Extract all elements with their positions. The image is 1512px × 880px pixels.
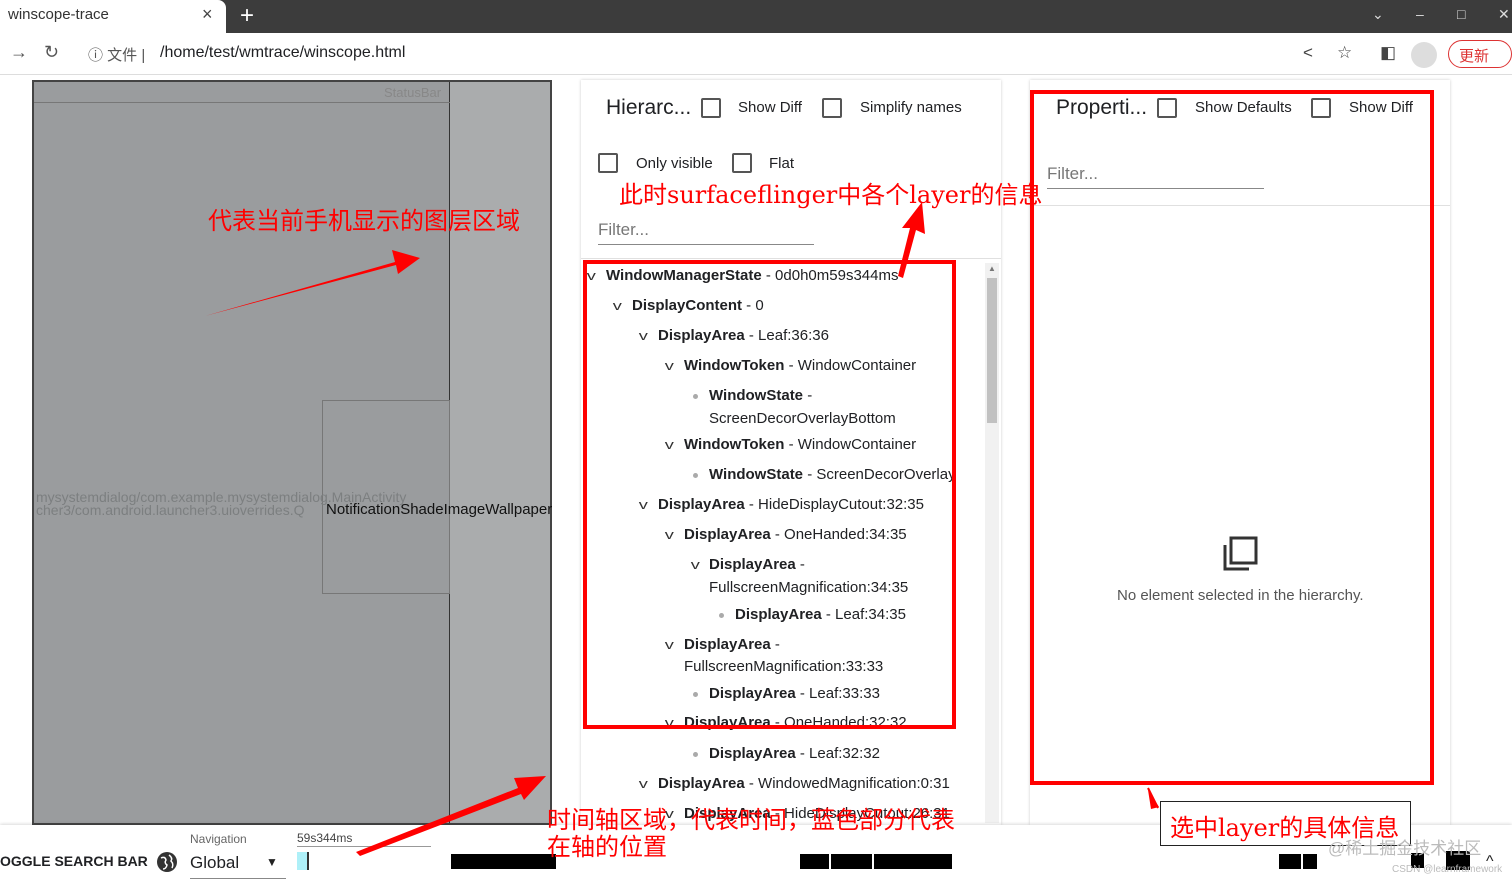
timeline-entry-block[interactable] <box>800 854 829 869</box>
chevron-down-icon[interactable]: v <box>639 776 648 791</box>
current-time-label: 59s344ms <box>297 831 353 845</box>
profile-avatar[interactable] <box>1411 42 1437 68</box>
side-panel-icon[interactable]: ◧ <box>1380 43 1396 63</box>
layer-label-launcher: cher3/com.android.launcher3.uioverrides.… <box>36 502 305 518</box>
show-diff-checkbox[interactable] <box>701 98 721 118</box>
timeline-entry-block[interactable] <box>451 854 556 869</box>
flat-checkbox[interactable] <box>732 153 752 173</box>
toggle-search-bar-button[interactable]: OGGLE SEARCH BAR <box>0 853 148 869</box>
browser-tab-bar: winscope-trace × + ⌄ – □ ✕ <box>0 0 1512 33</box>
bookmark-star-icon[interactable]: ☆ <box>1337 43 1352 63</box>
timeline-entry-block[interactable] <box>1303 854 1317 869</box>
hierarchy-filter-input[interactable]: Filter... <box>598 220 649 240</box>
statusbar-outline <box>34 102 450 103</box>
maximize-icon[interactable]: □ <box>1457 6 1465 22</box>
simplify-names-checkbox[interactable] <box>822 98 842 118</box>
address-bar: → ↻ ⓘ 文件 | /home/test/wmtrace/winscope.h… <box>0 33 1512 75</box>
annotation-timeline-note-2: 在轴的位置 <box>547 833 667 861</box>
annotation-screen-note: 代表当前手机显示的图层区域 <box>208 207 520 235</box>
tree-node[interactable]: DisplayArea - Leaf:32:32 <box>709 745 880 762</box>
browser-tab[interactable]: winscope-trace × <box>0 0 226 33</box>
simplify-names-label: Simplify names <box>860 99 962 116</box>
annotation-hierarchy-note: 此时surfaceflinger中各个layer的信息 <box>619 181 1043 209</box>
minimize-icon[interactable]: – <box>1416 6 1424 22</box>
share-icon[interactable]: < <box>1303 43 1313 63</box>
timeline-entry-block[interactable] <box>831 854 872 869</box>
layer-label-notification: NotificationShadeImageWallpaper <box>326 501 553 518</box>
scroll-up-icon[interactable]: ▲ <box>988 264 996 273</box>
properties-highlight-box <box>1030 90 1434 785</box>
hierarchy-highlight-box <box>583 260 956 729</box>
timeline-cursor[interactable] <box>297 852 309 870</box>
flat-label: Flat <box>769 155 795 172</box>
tab-search-icon[interactable]: ⌄ <box>1372 6 1384 23</box>
site-info[interactable]: ⓘ 文件 | <box>88 44 145 65</box>
timeline-entry-block[interactable] <box>1279 854 1301 869</box>
only-visible-checkbox[interactable] <box>598 153 618 173</box>
hierarchy-divider <box>581 258 1001 259</box>
hierarchy-scroll-thumb[interactable] <box>987 278 997 423</box>
window-close-icon[interactable]: ✕ <box>1498 6 1510 23</box>
navigation-label: Navigation <box>190 832 247 846</box>
leaf-dot-icon <box>693 752 698 757</box>
watermark: @稀土掘金技术社区 <box>1328 839 1482 858</box>
statusbar-label: StatusBar <box>384 85 442 100</box>
url-field[interactable]: /home/test/wmtrace/winscope.html <box>160 44 405 62</box>
screen-preview[interactable]: StatusBar mysystemdialog/com.example.mys… <box>32 80 552 825</box>
tab-close-icon[interactable]: × <box>202 4 213 25</box>
forward-icon[interactable]: → <box>10 42 28 63</box>
hierarchy-title: Hierarc... <box>606 96 692 119</box>
timeline-entry-block[interactable] <box>874 854 952 869</box>
time-input-underline <box>297 846 431 847</box>
watermark-small: CSDN @learnframework <box>1392 864 1503 875</box>
navigation-underline <box>190 878 286 879</box>
tab-title: winscope-trace <box>8 6 109 23</box>
globe-icon <box>157 852 177 872</box>
wallpaper-layer <box>450 82 550 823</box>
reload-icon[interactable]: ↻ <box>44 42 59 63</box>
hierarchy-filter-underline <box>598 244 814 245</box>
caret-down-icon[interactable]: ▼ <box>266 855 278 869</box>
tree-node[interactable]: DisplayArea - WindowedMagnification:0:31 <box>658 775 950 792</box>
navigation-select[interactable]: Global <box>190 853 239 873</box>
update-button[interactable]: 更新 <box>1448 40 1512 68</box>
new-tab-icon[interactable]: + <box>240 2 254 30</box>
show-diff-label: Show Diff <box>738 99 802 116</box>
only-visible-label: Only visible <box>636 155 713 172</box>
